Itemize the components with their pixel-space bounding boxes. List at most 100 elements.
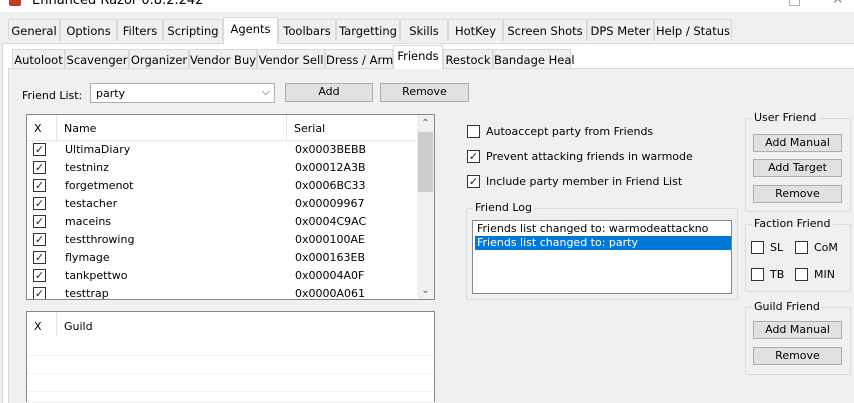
column-header-x[interactable]: X xyxy=(34,122,42,135)
faction-sl-label: SL xyxy=(770,241,784,254)
friend-checkbox[interactable] xyxy=(33,233,46,246)
tab-filters[interactable]: Filters xyxy=(117,19,163,41)
user-add-target-button[interactable]: Add Target xyxy=(753,159,842,177)
subtab-restock[interactable]: Restock xyxy=(443,49,493,69)
friend-checkbox[interactable] xyxy=(33,269,46,282)
tab-general[interactable]: General xyxy=(8,19,60,41)
tab-skills[interactable]: Skills xyxy=(400,19,448,41)
faction-min-checkbox[interactable] xyxy=(795,268,808,281)
app-icon xyxy=(9,0,21,6)
column-header-name[interactable]: Name xyxy=(64,122,96,135)
user-remove-button[interactable]: Remove xyxy=(753,185,842,203)
table-row[interactable]: forgetmenot 0x0006BC33 xyxy=(27,177,416,195)
remove-friend-list-button[interactable]: Remove xyxy=(380,83,469,102)
friend-checkbox[interactable] xyxy=(33,179,46,192)
user-add-manual-button[interactable]: Add Manual xyxy=(753,134,842,152)
friend-name: testthrowing xyxy=(65,233,135,246)
main-tab-strip: General Options Filters Scripting Agents… xyxy=(0,17,854,44)
friend-list-selected: party xyxy=(96,87,126,100)
friend-serial: 0x00004A0F xyxy=(295,269,365,282)
tab-screen-shots[interactable]: Screen Shots xyxy=(503,19,587,41)
tab-scripting[interactable]: Scripting xyxy=(163,19,223,41)
table-row[interactable]: maceins 0x0004C9AC xyxy=(27,213,416,231)
friends-table: X Name Serial UltimaDiary 0x0003BEBB tes… xyxy=(26,114,435,300)
friend-name: UltimaDiary xyxy=(65,143,131,156)
subtab-organizer[interactable]: Organizer xyxy=(129,49,189,69)
list-item[interactable]: Friends list changed to: party xyxy=(475,236,731,250)
friend-serial: 0x0003BEBB xyxy=(295,143,367,156)
chevron-up-icon[interactable]: ⌃ xyxy=(417,115,434,132)
faction-friend-group: Faction Friend xyxy=(745,217,851,292)
tab-help-status[interactable]: Help / Status xyxy=(654,19,732,41)
faction-tb-label: TB xyxy=(770,268,785,281)
window-title: Enhanced Razor 0.8.2.242 xyxy=(32,0,204,8)
table-row[interactable]: flymage 0x000163EB xyxy=(27,249,416,267)
user-friend-title: User Friend xyxy=(752,111,819,124)
include-party-label: Include party member in Friend List xyxy=(486,175,683,188)
tab-hotkey[interactable]: HotKey xyxy=(448,19,503,41)
chevron-down-icon: ⌵ xyxy=(261,85,270,98)
friend-checkbox[interactable] xyxy=(33,287,46,299)
tab-dps-meter[interactable]: DPS Meter xyxy=(587,19,654,41)
friend-name: testtrap xyxy=(65,287,109,300)
friends-table-scrollbar[interactable]: ⌃ ⌄ xyxy=(417,115,434,299)
column-header-guild[interactable]: Guild xyxy=(64,320,93,333)
column-header-serial[interactable]: Serial xyxy=(294,122,325,135)
autoaccept-party-label: Autoaccept party from Friends xyxy=(486,125,654,138)
friend-serial: 0x000100AE xyxy=(295,233,365,246)
friend-checkbox[interactable] xyxy=(33,161,46,174)
friend-name: flymage xyxy=(65,251,110,264)
friend-name: testacher xyxy=(65,197,118,210)
faction-sl-checkbox[interactable] xyxy=(751,241,764,254)
maximize-icon[interactable]: □ xyxy=(788,0,801,8)
friend-name: maceins xyxy=(65,215,112,228)
faction-friend-title: Faction Friend xyxy=(752,217,833,230)
table-row[interactable]: tankpettwo 0x00004A0F xyxy=(27,267,416,285)
tab-options[interactable]: Options xyxy=(60,19,117,41)
guild-friend-title: Guild Friend xyxy=(752,300,822,313)
add-friend-list-button[interactable]: Add xyxy=(285,83,373,102)
chevron-down-icon[interactable]: ⌄ xyxy=(417,282,434,299)
table-row[interactable]: testninz 0x00012A3B xyxy=(27,159,416,177)
friend-checkbox[interactable] xyxy=(33,215,46,228)
subtab-vendor-sell[interactable]: Vendor Sell xyxy=(257,49,325,69)
tab-targetting[interactable]: Targetting xyxy=(336,19,400,41)
tab-toolbars[interactable]: Toolbars xyxy=(278,19,336,41)
faction-tb-checkbox[interactable] xyxy=(751,268,764,281)
prevent-attacking-label: Prevent attacking friends in warmode xyxy=(486,150,693,163)
faction-com-checkbox[interactable] xyxy=(795,241,808,254)
subtab-friends[interactable]: Friends xyxy=(393,45,443,69)
close-icon[interactable]: ✕ xyxy=(832,0,844,8)
list-item[interactable]: Friends list changed to: warmodeattackno xyxy=(475,222,731,236)
faction-min-label: MIN xyxy=(814,268,835,281)
friend-log-title: Friend Log xyxy=(473,201,534,214)
table-row[interactable]: testtrap 0x0000A061 xyxy=(27,285,416,300)
title-bar: Enhanced Razor 0.8.2.242 □ ✕ xyxy=(0,0,854,12)
guild-remove-button[interactable]: Remove xyxy=(753,347,842,365)
friend-serial: 0x0000A061 xyxy=(295,287,366,300)
table-row[interactable]: testthrowing 0x000100AE xyxy=(27,231,416,249)
subtab-dress-arm[interactable]: Dress / Arm xyxy=(325,49,393,69)
friend-log-list[interactable]: Friends list changed to: warmodeattackno… xyxy=(472,220,732,294)
subtab-bandage-heal[interactable]: Bandage Heal xyxy=(493,49,575,69)
friend-checkbox[interactable] xyxy=(33,197,46,210)
guild-add-manual-button[interactable]: Add Manual xyxy=(753,321,842,339)
tab-agents[interactable]: Agents xyxy=(223,17,278,44)
friend-list-label: Friend List: xyxy=(22,89,83,102)
table-row[interactable]: testacher 0x00009967 xyxy=(27,195,416,213)
scrollbar-thumb[interactable] xyxy=(418,132,433,192)
friend-checkbox[interactable] xyxy=(33,251,46,264)
friend-checkbox[interactable] xyxy=(33,143,46,156)
friend-list-dropdown[interactable]: party ⌵ xyxy=(90,83,275,103)
table-row[interactable]: UltimaDiary 0x0003BEBB xyxy=(27,141,416,159)
autoaccept-party-checkbox[interactable] xyxy=(467,125,480,138)
faction-com-label: CoM xyxy=(814,241,838,254)
subtab-vendor-buy[interactable]: Vendor Buy xyxy=(189,49,257,69)
include-party-checkbox[interactable] xyxy=(467,175,480,188)
prevent-attacking-checkbox[interactable] xyxy=(467,150,480,163)
subtab-scavenger[interactable]: Scavenger xyxy=(65,49,129,69)
friend-serial: 0x00009967 xyxy=(295,197,365,210)
friends-table-header: X Name Serial xyxy=(27,115,416,141)
subtab-autoloot[interactable]: Autoloot xyxy=(12,49,65,69)
column-header-x[interactable]: X xyxy=(34,320,42,333)
